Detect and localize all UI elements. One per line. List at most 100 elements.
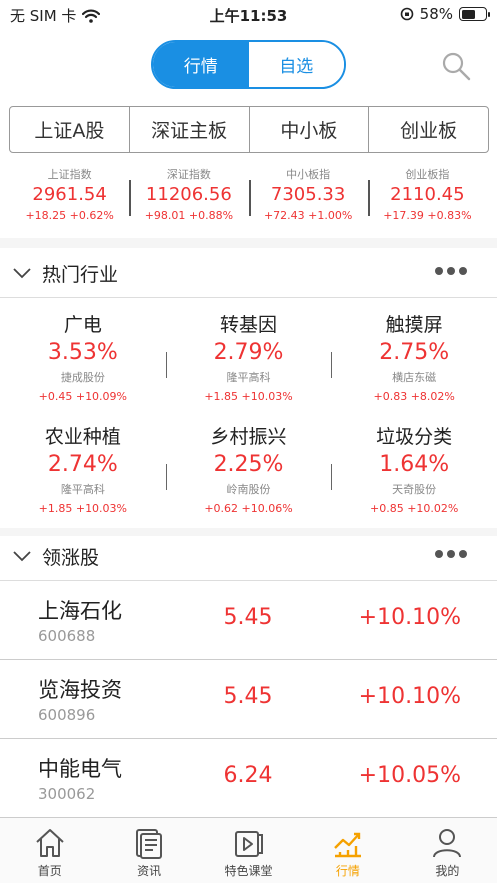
industry-name: 广电: [63, 314, 102, 336]
tab-chinext[interactable]: 创业板: [369, 107, 488, 152]
index-value: 2110.45: [390, 184, 465, 205]
tab-market[interactable]: 行情: [153, 42, 249, 87]
video-icon: [234, 831, 263, 857]
industry-name: 乡村振兴: [210, 426, 287, 448]
industry-name: 垃圾分类: [376, 426, 453, 448]
industry-percent: 2.75%: [379, 340, 450, 365]
index-summary: 上证指数 2961.54 +18.25 +0.62% 深证指数 11206.56…: [0, 162, 497, 232]
section-title: 热门行业: [42, 264, 119, 286]
stock-code: 300062: [38, 785, 96, 803]
index-name: 上证指数: [47, 168, 92, 181]
industry-card[interactable]: 广电 3.53% 捷成股份 +0.45 +10.09%: [0, 310, 166, 403]
market-watchlist-toggle: 行情 自选: [151, 40, 346, 89]
industry-name: 农业种植: [44, 426, 121, 448]
industry-card[interactable]: 农业种植 2.74% 隆平高科 +1.85 +10.03%: [0, 422, 166, 515]
tab-home[interactable]: 首页: [0, 818, 99, 883]
tab-watchlist[interactable]: 自选: [248, 42, 344, 87]
divider: [0, 238, 497, 248]
leading-stock: 天奇股份: [392, 483, 437, 496]
industry-percent: 2.74%: [47, 452, 118, 477]
tab-market-bottom[interactable]: 行情: [298, 818, 397, 883]
index-tabs: 上证A股 深证主板 中小板 创业板: [9, 106, 489, 153]
profile-icon: [433, 829, 462, 858]
index-change: +18.25 +0.62%: [25, 209, 114, 222]
industry-grid-row: 农业种植 2.74% 隆平高科 +1.85 +10.03% 乡村振兴 2.25%…: [0, 422, 497, 515]
tab-label: 行情: [335, 864, 360, 878]
tab-course[interactable]: 特色课堂: [199, 818, 298, 883]
status-bar: 无 SIM 卡 上午11:53 58%: [0, 0, 497, 30]
index-item[interactable]: 中小板指 7305.33 +72.43 +1.00%: [248, 162, 368, 232]
battery-percent: 58%: [419, 5, 453, 23]
stock-percent: +10.10%: [358, 605, 461, 630]
stock-change: +0.62 +10.06%: [204, 502, 293, 515]
leading-stock: 横店东磁: [392, 371, 437, 384]
tab-sme-board[interactable]: 中小板: [250, 107, 370, 152]
chevron-down-icon[interactable]: [12, 546, 32, 566]
search-icon[interactable]: [440, 50, 472, 82]
chevron-down-icon[interactable]: [12, 263, 32, 283]
leading-stock: 捷成股份: [60, 371, 105, 384]
chart-icon: [334, 832, 361, 858]
tab-profile[interactable]: 我的: [398, 818, 497, 883]
index-item[interactable]: 上证指数 2961.54 +18.25 +0.62%: [10, 162, 129, 232]
industry-percent: 3.53%: [47, 340, 118, 365]
leading-stocks-header[interactable]: 领涨股: [0, 531, 497, 581]
index-item[interactable]: 深证指数 11206.56 +98.01 +0.88%: [129, 162, 248, 232]
tab-label: 我的: [435, 864, 460, 878]
stock-code: 600896: [38, 706, 96, 724]
hot-industry-header[interactable]: 热门行业: [0, 248, 497, 298]
index-change: +72.43 +1.00%: [263, 209, 353, 222]
leading-stock: 岭南股份: [226, 483, 271, 496]
index-value: 2961.54: [32, 184, 107, 205]
industry-percent: 2.79%: [213, 340, 284, 365]
index-name: 深证指数: [166, 168, 211, 181]
bottom-tab-bar: 首页 资讯 特色课堂 行情 我的: [0, 817, 497, 883]
industry-percent: 1.64%: [379, 452, 450, 477]
industry-name: 转基因: [220, 314, 278, 336]
stock-change: +0.85 +10.02%: [369, 502, 459, 515]
leading-stock: 隆平高科: [226, 371, 271, 384]
stock-change: +0.83 +8.02%: [373, 390, 455, 403]
stock-change: +0.45 +10.09%: [38, 390, 128, 403]
stock-row[interactable]: 上海石化 600688 5.45 +10.10%: [0, 581, 497, 660]
stock-name: 上海石化: [38, 599, 122, 623]
industry-card[interactable]: 垃圾分类 1.64% 天奇股份 +0.85 +10.02%: [331, 422, 497, 515]
stock-code: 600688: [38, 627, 96, 645]
tab-label: 首页: [37, 864, 62, 878]
more-icon[interactable]: [435, 267, 467, 275]
industry-card[interactable]: 触摸屏 2.75% 横店东磁 +0.83 +8.02%: [331, 310, 497, 403]
industry-percent: 2.25%: [213, 452, 284, 477]
index-item[interactable]: 创业板指 2110.45 +17.39 +0.83%: [367, 162, 487, 232]
stock-price: 5.45: [223, 605, 273, 630]
index-name: 创业板指: [405, 168, 450, 181]
tab-shanghai-a[interactable]: 上证A股: [10, 107, 130, 152]
tab-shenzhen-main[interactable]: 深证主板: [130, 107, 250, 152]
industry-card[interactable]: 转基因 2.79% 隆平高科 +1.85 +10.03%: [165, 310, 332, 403]
index-name: 中小板指: [286, 168, 331, 181]
industry-grid-row: 广电 3.53% 捷成股份 +0.45 +10.09% 转基因 2.79% 隆平…: [0, 310, 497, 403]
stock-change: +1.85 +10.03%: [38, 502, 128, 515]
stock-change: +1.85 +10.03%: [204, 390, 293, 403]
index-value: 11206.56: [145, 184, 232, 205]
stock-percent: +10.10%: [358, 684, 461, 709]
battery-icon: [459, 7, 490, 21]
industry-card[interactable]: 乡村振兴 2.25% 岭南股份 +0.62 +10.06%: [165, 422, 332, 515]
tab-label: 特色课堂: [224, 864, 273, 878]
stock-row[interactable]: 览海投资 600896 5.45 +10.10%: [0, 660, 497, 739]
tab-news[interactable]: 资讯: [99, 818, 198, 883]
orientation-lock-icon: [400, 7, 413, 21]
section-title: 领涨股: [42, 547, 100, 569]
stock-name: 览海投资: [38, 678, 122, 702]
stock-name: 中能电气: [38, 757, 122, 781]
home-icon: [36, 829, 64, 857]
more-icon[interactable]: [435, 550, 467, 558]
leading-stock: 隆平高科: [60, 483, 105, 496]
news-icon: [136, 829, 163, 859]
index-change: +98.01 +0.88%: [144, 209, 234, 222]
stock-price: 5.45: [223, 684, 273, 709]
tab-label: 资讯: [137, 864, 162, 878]
index-value: 7305.33: [270, 184, 346, 205]
stock-percent: +10.05%: [358, 763, 461, 788]
industry-name: 触摸屏: [385, 314, 443, 336]
stock-row[interactable]: 中能电气 300062 6.24 +10.05%: [0, 739, 497, 818]
